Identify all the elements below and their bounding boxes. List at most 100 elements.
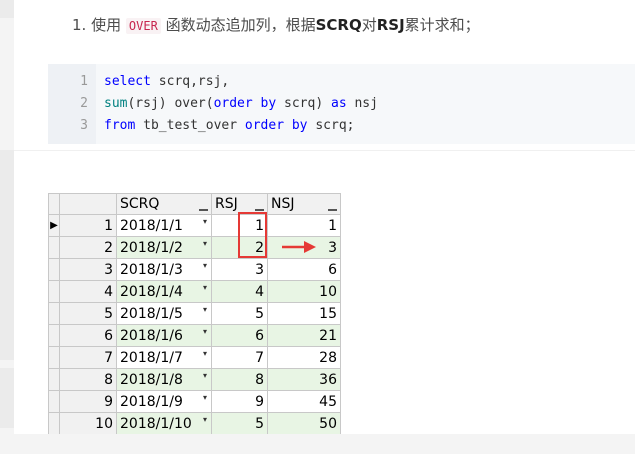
section-divider bbox=[14, 150, 635, 151]
code-token: nsj bbox=[346, 96, 378, 111]
table-row[interactable]: 8 2018/1/8 ▾ 8 36 bbox=[48, 368, 341, 391]
cell-scrq[interactable]: 2018/1/4 ▾ bbox=[116, 280, 212, 303]
dropdown-icon[interactable]: ▾ bbox=[203, 261, 207, 270]
dropdown-icon[interactable]: ▾ bbox=[203, 415, 207, 424]
code-token: scrq,rsj, bbox=[150, 74, 230, 89]
row-number: 4 bbox=[59, 280, 117, 303]
cell-nsj[interactable]: 15 bbox=[267, 302, 341, 325]
code-token: order by bbox=[244, 118, 308, 133]
current-row-marker-icon: ▶ bbox=[48, 214, 60, 237]
cell-scrq[interactable]: 2018/1/9 ▾ bbox=[116, 390, 212, 413]
cell-nsj[interactable]: 28 bbox=[267, 346, 341, 369]
step-text: 对 bbox=[361, 16, 377, 34]
sidebar-segment bbox=[0, 150, 14, 360]
grid-header-row: SCRQ RSJ NSJ bbox=[48, 193, 341, 215]
cell-scrq[interactable]: 2018/1/5 ▾ bbox=[116, 302, 212, 325]
row-number: 5 bbox=[59, 302, 117, 325]
dropdown-icon[interactable]: ▾ bbox=[203, 327, 207, 336]
column-resize-handle[interactable] bbox=[199, 209, 208, 211]
row-indicator bbox=[48, 368, 60, 391]
code-block: 1 2 3 select scrq,rsj, sum(rsj) over(ord… bbox=[48, 64, 635, 144]
dropdown-icon[interactable]: ▾ bbox=[203, 217, 207, 226]
table-row[interactable]: 6 2018/1/6 ▾ 6 21 bbox=[48, 324, 341, 347]
table-row[interactable]: 3 2018/1/3 ▾ 3 6 bbox=[48, 258, 341, 281]
code-line: from tb_test_over order by scrq; bbox=[104, 118, 354, 133]
table-row[interactable]: 5 2018/1/5 ▾ 5 15 bbox=[48, 302, 341, 325]
column-header-scrq[interactable]: SCRQ bbox=[116, 193, 212, 215]
cell-rsj[interactable]: 4 bbox=[211, 280, 268, 303]
code-token: scrq) bbox=[276, 96, 331, 111]
code-line: select scrq,rsj, bbox=[104, 74, 229, 89]
cell-nsj[interactable]: 1 bbox=[267, 214, 341, 237]
code-token: from bbox=[104, 118, 136, 133]
header-corner bbox=[59, 193, 117, 215]
row-number: 7 bbox=[59, 346, 117, 369]
result-grid: SCRQ RSJ NSJ ▶ 1 2018/1/1 ▾ 1 1 2 2018/1/… bbox=[48, 193, 341, 435]
step-number: 1. bbox=[72, 16, 87, 34]
bold-column-rsj: RSJ bbox=[376, 16, 405, 34]
dropdown-icon[interactable]: ▾ bbox=[203, 239, 207, 248]
row-indicator bbox=[48, 280, 60, 303]
table-row[interactable]: ▶ 1 2018/1/1 ▾ 1 1 bbox=[48, 214, 341, 237]
cell-rsj[interactable]: 5 bbox=[211, 302, 268, 325]
cell-rsj[interactable]: 8 bbox=[211, 368, 268, 391]
column-resize-handle[interactable] bbox=[255, 209, 264, 211]
code-token: (rsj) over( bbox=[127, 96, 214, 111]
line-number: 1 bbox=[80, 74, 88, 89]
table-row[interactable]: 4 2018/1/4 ▾ 4 10 bbox=[48, 280, 341, 303]
step-instruction: 1. 使用 OVER 函数动态追加列，根据SCRQ对RSJ累计求和； bbox=[72, 14, 480, 35]
dropdown-icon[interactable]: ▾ bbox=[203, 371, 207, 380]
dropdown-icon[interactable]: ▾ bbox=[203, 283, 207, 292]
row-indicator bbox=[48, 324, 60, 347]
column-header-nsj[interactable]: NSJ bbox=[267, 193, 341, 215]
code-token: order by bbox=[213, 96, 277, 111]
cell-rsj[interactable]: 5 bbox=[211, 412, 268, 435]
step-text: 使用 bbox=[91, 16, 122, 34]
step-text: 累计求和； bbox=[404, 16, 480, 34]
row-number: 1 bbox=[59, 214, 117, 237]
cell-rsj[interactable]: 9 bbox=[211, 390, 268, 413]
cell-rsj[interactable]: 6 bbox=[211, 324, 268, 347]
cell-nsj[interactable]: 21 bbox=[267, 324, 341, 347]
dropdown-icon[interactable]: ▾ bbox=[203, 349, 207, 358]
cell-nsj[interactable]: 6 bbox=[267, 258, 341, 281]
cell-nsj[interactable]: 10 bbox=[267, 280, 341, 303]
cell-nsj[interactable]: 45 bbox=[267, 390, 341, 413]
column-resize-handle[interactable] bbox=[328, 209, 337, 211]
cell-nsj[interactable]: 50 bbox=[267, 412, 341, 435]
code-token: select bbox=[104, 74, 151, 89]
sidebar-segment bbox=[0, 0, 14, 18]
row-indicator bbox=[48, 258, 60, 281]
dropdown-icon[interactable]: ▾ bbox=[203, 393, 207, 402]
table-row[interactable]: 10 2018/1/10 ▾ 5 50 bbox=[48, 412, 341, 435]
highlight-box-annotation bbox=[238, 212, 267, 258]
row-number: 10 bbox=[59, 412, 117, 435]
row-number: 8 bbox=[59, 368, 117, 391]
cell-scrq[interactable]: 2018/1/2 ▾ bbox=[116, 236, 212, 259]
table-row[interactable]: 9 2018/1/9 ▾ 9 45 bbox=[48, 390, 341, 413]
cell-scrq[interactable]: 2018/1/10 ▾ bbox=[116, 412, 212, 435]
cell-scrq[interactable]: 2018/1/3 ▾ bbox=[116, 258, 212, 281]
cell-rsj[interactable]: 7 bbox=[211, 346, 268, 369]
cell-scrq[interactable]: 2018/1/1 ▾ bbox=[116, 214, 212, 237]
cell-nsj[interactable]: 36 bbox=[267, 368, 341, 391]
cell-rsj[interactable]: 3 bbox=[211, 258, 268, 281]
cell-scrq[interactable]: 2018/1/7 ▾ bbox=[116, 346, 212, 369]
code-line: sum(rsj) over(order by scrq) as nsj bbox=[104, 96, 378, 111]
row-indicator bbox=[48, 302, 60, 325]
row-number: 3 bbox=[59, 258, 117, 281]
line-number: 2 bbox=[80, 96, 88, 111]
row-indicator bbox=[48, 346, 60, 369]
row-number: 9 bbox=[59, 390, 117, 413]
table-row[interactable]: 7 2018/1/7 ▾ 7 28 bbox=[48, 346, 341, 369]
dropdown-icon[interactable]: ▾ bbox=[203, 305, 207, 314]
line-number: 3 bbox=[80, 118, 88, 133]
row-indicator bbox=[48, 412, 60, 435]
header-corner bbox=[48, 193, 60, 215]
row-indicator bbox=[48, 390, 60, 413]
row-number: 6 bbox=[59, 324, 117, 347]
cell-scrq[interactable]: 2018/1/8 ▾ bbox=[116, 368, 212, 391]
cell-scrq[interactable]: 2018/1/6 ▾ bbox=[116, 324, 212, 347]
inline-code-keyword: OVER bbox=[125, 18, 161, 34]
code-token: sum bbox=[104, 96, 128, 111]
